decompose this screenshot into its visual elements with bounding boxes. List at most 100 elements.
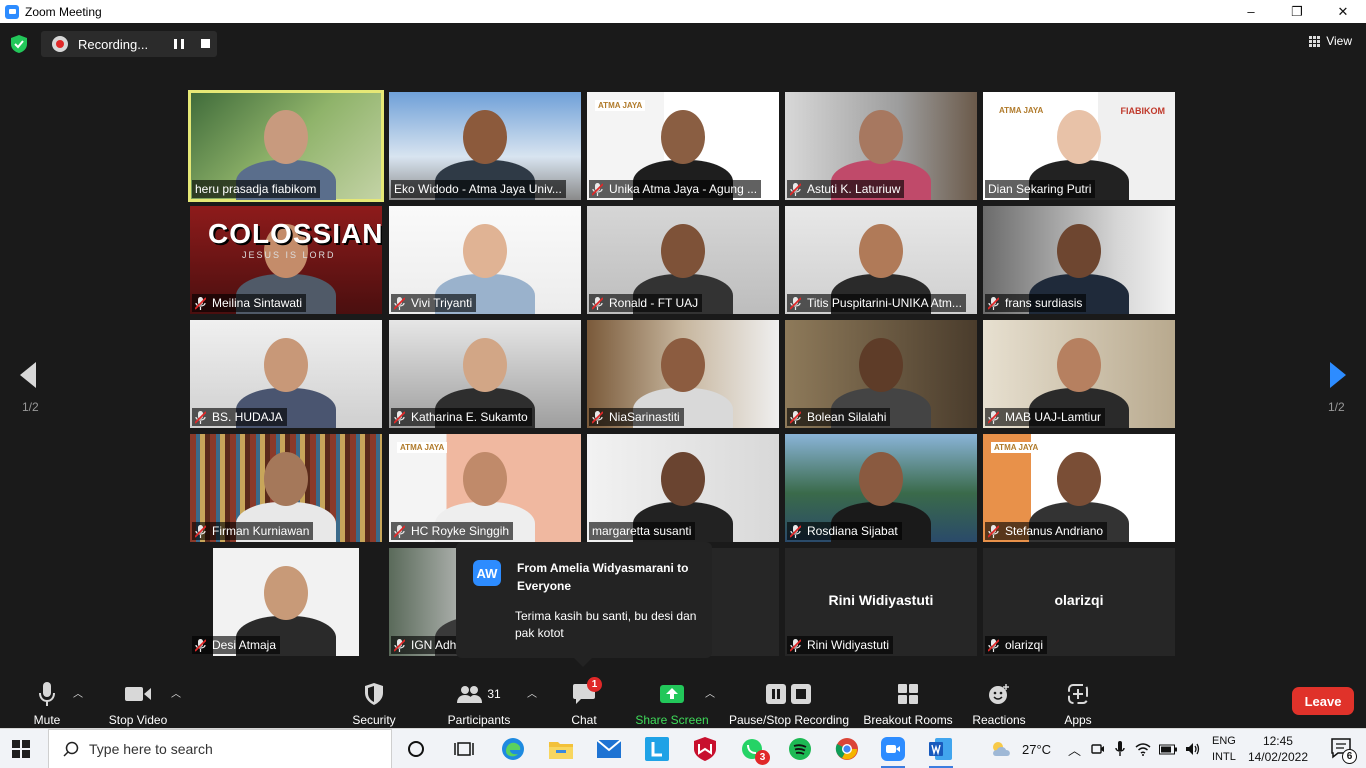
share-options-chevron-icon[interactable]: ︿ xyxy=(705,685,715,700)
participant-tile[interactable]: ATMA JAYA HC Royke Singgih xyxy=(389,434,581,542)
participant-name-label: Rosdiana Sijabat xyxy=(787,522,902,540)
participant-face xyxy=(264,452,308,506)
participant-name: Rini Widiyastuti xyxy=(807,638,890,652)
view-button[interactable]: View xyxy=(1309,34,1352,48)
zoom-window: Zoom Meeting – ❐ ✕ Recording... View 1/2 xyxy=(0,0,1366,768)
leave-button[interactable]: Leave xyxy=(1292,687,1354,715)
participant-tile[interactable]: Vivi Triyanti xyxy=(389,206,581,314)
clock-time: 12:45 xyxy=(1262,734,1293,748)
participant-name-label: Vivi Triyanti xyxy=(391,294,477,312)
muted-microphone-icon xyxy=(988,638,999,652)
participant-tile[interactable]: ATMA JAYA Stefanus Andriano xyxy=(983,434,1175,542)
muted-microphone-icon xyxy=(988,410,999,424)
taskbar-clock[interactable]: 12:45 14/02/2022 xyxy=(1248,733,1308,765)
participant-name-label: Rini Widiyastuti xyxy=(787,636,894,654)
participant-tile[interactable]: frans surdiasis xyxy=(983,206,1175,314)
participant-name: Unika Atma Jaya - Agung ... xyxy=(609,182,758,196)
chevron-up-icon[interactable]: ︿ xyxy=(1068,740,1081,759)
taskbar-search-box[interactable]: Type here to search xyxy=(48,729,392,768)
participant-face xyxy=(463,338,507,392)
minimize-button[interactable]: – xyxy=(1228,0,1274,23)
participant-name-label: frans surdiasis xyxy=(985,294,1087,312)
close-button[interactable]: ✕ xyxy=(1320,0,1366,23)
atma-jaya-logo: ATMA JAYA xyxy=(397,442,448,453)
participant-name-label: IGN Adh xyxy=(391,636,461,654)
participant-tile[interactable]: Firman Kurniawan xyxy=(190,434,382,542)
mail-icon[interactable] xyxy=(595,735,623,763)
chat-notification[interactable]: AW From Amelia Widyasmarani to Everyone … xyxy=(456,542,712,667)
share-screen-button[interactable]: Share Screen xyxy=(635,675,709,727)
participant-tile[interactable]: Ronald - FT UAJ xyxy=(587,206,779,314)
participant-tile[interactable]: Rini Widiyastuti Rini Widiyastuti xyxy=(785,548,977,656)
muted-microphone-icon xyxy=(790,182,801,196)
participant-name: Bolean Silalahi xyxy=(807,410,887,424)
participant-tile[interactable]: MAB UAJ-Lamtiur xyxy=(983,320,1175,428)
wifi-icon[interactable] xyxy=(1135,742,1151,756)
breakout-rooms-button[interactable]: Breakout Rooms xyxy=(862,675,954,727)
participant-tile[interactable]: margaretta susanti xyxy=(587,434,779,542)
maximize-button[interactable]: ❐ xyxy=(1274,0,1320,23)
participant-tile[interactable]: BS. HUDAJA xyxy=(190,320,382,428)
tray-icons: ︿ xyxy=(1068,729,1201,768)
participant-tile[interactable]: NiaSarinastiti xyxy=(587,320,779,428)
microphone-tray-icon[interactable] xyxy=(1115,741,1125,757)
pause-recording-icon[interactable] xyxy=(174,39,184,49)
participant-tile[interactable]: ATMA JAYA Unika Atma Jaya - Agung ... xyxy=(587,92,779,200)
battery-icon[interactable] xyxy=(1159,743,1178,755)
participant-tile[interactable]: COLOSSIANSJESUS IS LORD Meilina Sintawati xyxy=(190,206,382,314)
pause-stop-recording-button[interactable]: Pause/Stop Recording xyxy=(728,675,850,727)
participant-face xyxy=(1057,224,1101,278)
participant-tile[interactable]: Bolean Silalahi xyxy=(785,320,977,428)
mute-label: Mute xyxy=(33,713,61,727)
cortana-icon[interactable] xyxy=(402,735,430,763)
notification-center-icon[interactable]: 6 xyxy=(1330,737,1357,764)
stop-recording-icon[interactable] xyxy=(201,39,210,48)
chrome-icon[interactable] xyxy=(833,735,861,763)
participant-tile[interactable]: Astuti K. Laturiuw xyxy=(785,92,977,200)
participant-name: frans surdiasis xyxy=(1005,296,1083,310)
meeting-tray-icon[interactable] xyxy=(1091,742,1105,756)
participant-tile[interactable]: Titis Puspitarini-UNIKA Atm... xyxy=(785,206,977,314)
participant-name-label: heru prasadja fiabikom xyxy=(192,180,321,198)
participant-tile[interactable]: olarizqi olarizqi xyxy=(983,548,1175,656)
spotify-icon[interactable] xyxy=(786,735,814,763)
edge-browser-icon[interactable] xyxy=(499,735,527,763)
learning-app-icon[interactable] xyxy=(643,735,671,763)
word-icon[interactable] xyxy=(927,735,955,768)
file-explorer-icon[interactable] xyxy=(547,735,575,763)
participants-button[interactable]: 31 Participants xyxy=(446,675,512,727)
reactions-button[interactable]: Reactions xyxy=(970,675,1028,727)
window-controls: – ❐ ✕ xyxy=(1228,0,1366,23)
shield-check-icon[interactable] xyxy=(11,35,27,53)
next-page-icon[interactable] xyxy=(1328,360,1348,390)
participant-face xyxy=(1057,452,1101,506)
muted-microphone-icon xyxy=(592,410,603,424)
mute-options-chevron-icon[interactable]: ︿ xyxy=(73,685,83,700)
participant-tile[interactable]: Eko Widodo - Atma Jaya Univ... xyxy=(389,92,581,200)
whatsapp-icon[interactable]: 3 xyxy=(738,735,770,765)
participant-name-label: Titis Puspitarini-UNIKA Atm... xyxy=(787,294,966,312)
previous-page-icon[interactable] xyxy=(18,360,38,390)
video-options-chevron-icon[interactable]: ︿ xyxy=(171,685,181,700)
participants-options-chevron-icon[interactable]: ︿ xyxy=(527,685,537,700)
stop-video-label: Stop Video xyxy=(108,713,168,727)
security-button[interactable]: Security xyxy=(350,675,398,727)
participant-tile[interactable]: Rosdiana Sijabat xyxy=(785,434,977,542)
grid-view-icon xyxy=(1309,35,1321,47)
participant-tile[interactable]: heru prasadja fiabikom xyxy=(188,90,384,202)
volume-icon[interactable] xyxy=(1185,742,1201,756)
apps-button[interactable]: Apps xyxy=(1058,675,1098,727)
task-view-icon[interactable] xyxy=(450,735,478,763)
chat-unread-badge: 1 xyxy=(587,677,602,692)
weather-widget[interactable]: 27°C xyxy=(990,729,1051,768)
participant-tile[interactable]: Katharina E. Sukamto xyxy=(389,320,581,428)
participant-name: heru prasadja fiabikom xyxy=(195,182,317,196)
input-language[interactable]: ENG INTL xyxy=(1212,733,1236,765)
zoom-taskbar-icon[interactable] xyxy=(879,735,907,768)
participant-tile[interactable]: ATMA JAYA FIABIKOM Dian Sekaring Putri xyxy=(983,92,1175,200)
windows-start-icon[interactable] xyxy=(12,740,30,758)
mute-button[interactable]: Mute xyxy=(30,675,64,727)
participant-tile[interactable]: Desi Atmaja xyxy=(190,548,382,656)
stop-video-button[interactable]: Stop Video xyxy=(105,675,171,727)
antivirus-shield-icon[interactable] xyxy=(691,735,719,763)
